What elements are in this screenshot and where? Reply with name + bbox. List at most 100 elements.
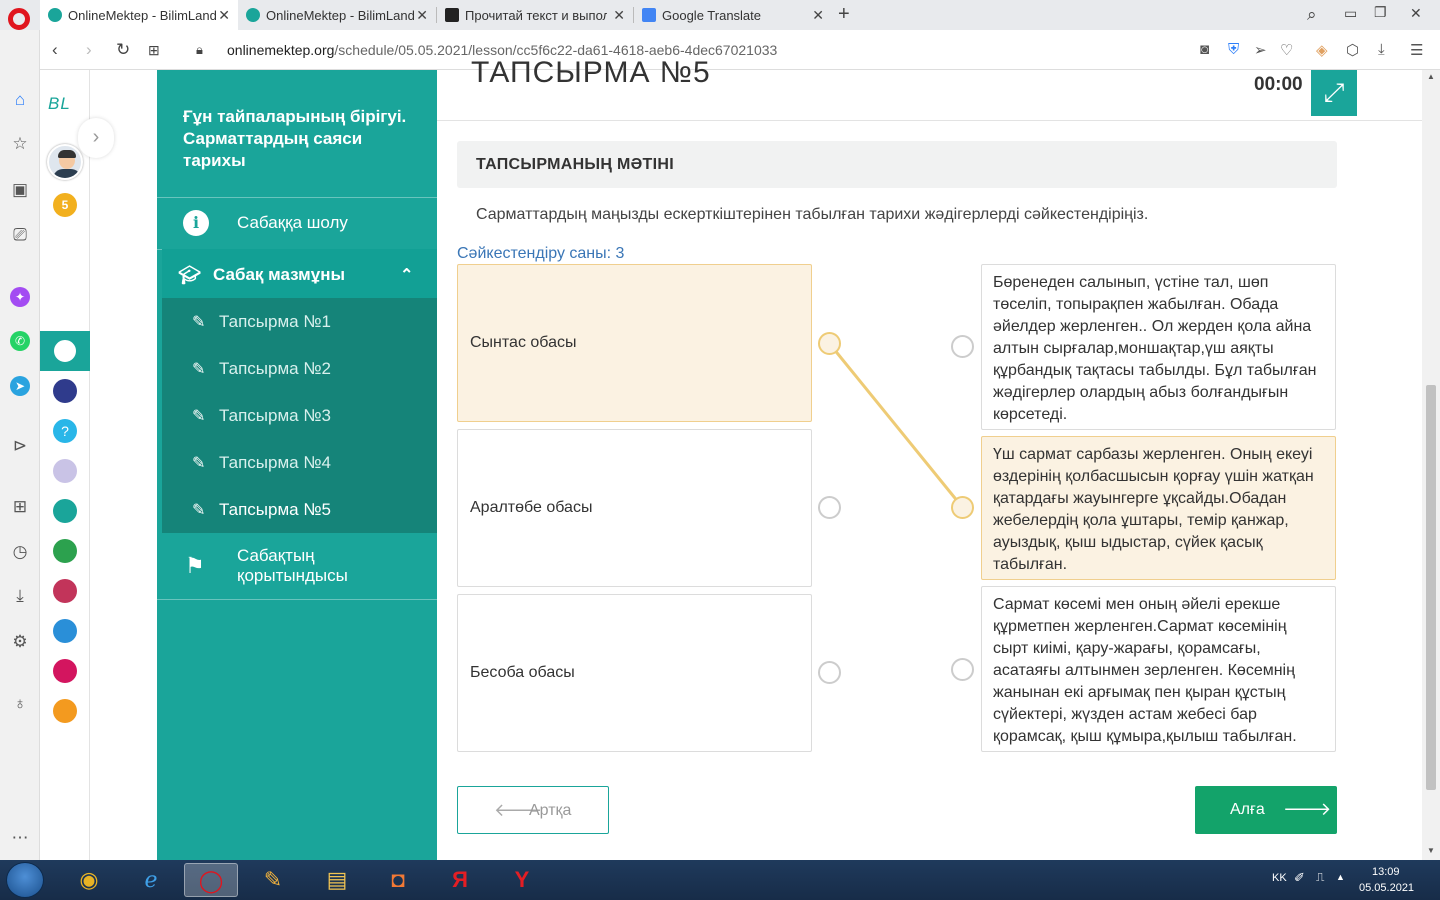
scroll-down-icon[interactable]: ▼ (1427, 846, 1435, 855)
paint-taskbar-icon[interactable]: ✎ (246, 863, 300, 897)
sidebar-item-task-3[interactable]: ✎ Тапсырма №3 (162, 392, 437, 439)
close-tab-icon[interactable]: ✕ (416, 7, 428, 24)
sidebar-item-task-5[interactable]: ✎ Тапсырма №5 (162, 486, 437, 533)
tray-expand-icon[interactable]: ▲ (1336, 872, 1345, 882)
downloads-icon[interactable]: ⤓ (10, 586, 30, 606)
smart-nation-app-icon[interactable] (53, 379, 77, 403)
whatsapp-icon[interactable]: ✆ (10, 331, 30, 351)
menu-item-content[interactable]: 🎓︎ Сабақ мазмұны ⌃ (162, 249, 437, 301)
match-left-dot[interactable] (818, 332, 841, 355)
test-app-icon[interactable] (53, 619, 77, 643)
reload-icon[interactable]: ↻ (116, 40, 130, 60)
menu-icon[interactable]: ☰ (1410, 41, 1423, 59)
tab-4[interactable]: Google Translate ✕ (634, 0, 832, 30)
match-left-label: Сынтас обасы (470, 334, 577, 351)
shield-icon[interactable]: ⛨ (1228, 41, 1239, 58)
help-app-icon[interactable]: ? (53, 419, 77, 443)
fullscreen-button[interactable]: ⤢ (1311, 70, 1357, 116)
close-tab-icon[interactable]: ✕ (218, 7, 230, 24)
onlinemektep-app-icon[interactable] (53, 339, 77, 363)
yandex-browser-taskbar-icon[interactable]: Y (495, 863, 549, 897)
opera-logo-icon[interactable] (8, 8, 30, 30)
clock-date[interactable]: 05.05.2021 (1359, 882, 1414, 894)
match-right-dot[interactable] (951, 496, 974, 519)
sidebar-item-task-4[interactable]: ✎ Тапсырма №4 (162, 439, 437, 486)
keyboard-icon[interactable]: ✐ (1294, 870, 1305, 886)
menu-item-overview[interactable]: i Сабаққа шолу (157, 197, 437, 249)
section-title: ТАПСЫРМАНЫҢ МӘТІНІ (476, 156, 674, 173)
match-left-item[interactable]: Аралтөбе обасы (457, 429, 812, 587)
scroll-up-icon[interactable]: ▲ (1427, 72, 1435, 81)
gamepad-icon[interactable]: ⎚ (10, 225, 30, 245)
sidebar-item-task-2[interactable]: ✎ Тапсырма №2 (162, 345, 437, 392)
lightbulb-icon[interactable]: ♁ (10, 694, 30, 714)
language-indicator[interactable]: KK (1272, 872, 1287, 884)
settings-icon[interactable]: ⚙ (10, 632, 30, 652)
yandex-taskbar-icon[interactable]: Я (433, 863, 487, 897)
heart-icon[interactable]: ♡ (1280, 41, 1293, 59)
opera-taskbar-icon[interactable]: ◯ (184, 863, 238, 897)
forward-icon[interactable]: › (86, 40, 92, 60)
menu-item-conclusion[interactable]: ⚑ Сабақтың қорытындысы (157, 533, 437, 599)
next-button[interactable]: Алға 🡒 (1195, 786, 1337, 834)
download-icon[interactable]: ⤓ (1378, 41, 1385, 58)
explorer-taskbar-icon[interactable]: ▤ (310, 863, 364, 897)
maximize-icon[interactable]: ❐ (1374, 4, 1387, 21)
imagine-app-icon[interactable] (53, 699, 77, 723)
tab-title: OnlineMektep - BilimLand (68, 7, 217, 23)
send-icon[interactable]: ➢ (1254, 41, 1267, 59)
page-scrollbar[interactable]: ▲ ▼ (1422, 70, 1440, 860)
sidebar-item-task-1[interactable]: ✎ Тапсырма №1 (162, 298, 437, 345)
bilimland-app-icon[interactable] (53, 539, 77, 563)
more-icon[interactable]: ⋯ (10, 828, 30, 848)
close-tab-icon[interactable]: ✕ (613, 7, 625, 24)
close-tab-icon[interactable]: ✕ (812, 7, 824, 24)
match-left-item[interactable]: Бесоба обасы (457, 594, 812, 752)
cube-icon[interactable]: ◈ (1316, 41, 1328, 59)
search-icon[interactable]: ⌕ (1307, 5, 1317, 25)
new-tab-button[interactable]: + (838, 3, 850, 26)
apps-icon[interactable]: ⊞ (10, 497, 30, 517)
match-right-item[interactable]: Сармат көсемі мен оның әйелі ерекше құрм… (981, 586, 1336, 752)
box-icon[interactable]: ⬡ (1346, 41, 1359, 59)
arrow-right-icon: 🡒 (1283, 799, 1332, 819)
match-left-item[interactable]: Сынтас обасы (457, 264, 812, 422)
bilimland-logo[interactable]: BL (48, 94, 71, 114)
media-taskbar-icon[interactable]: ◘ (371, 863, 425, 897)
twig-app-icon[interactable] (53, 659, 77, 683)
match-left-dot[interactable] (818, 496, 841, 519)
close-window-icon[interactable]: ✕ (1410, 5, 1422, 22)
match-right-item[interactable]: Үш сармат сарбазы жерленген. Оның екеуі … (981, 436, 1336, 580)
clock-time[interactable]: 13:09 (1372, 866, 1400, 878)
briefcase-icon[interactable]: ▣ (10, 180, 30, 200)
camera-icon[interactable]: ◙ (1200, 41, 1209, 58)
internet-explorer-taskbar-icon[interactable]: ℯ (124, 863, 178, 897)
player-icon[interactable]: ⊳ (10, 436, 30, 456)
match-left-dot[interactable] (818, 661, 841, 684)
back-button[interactable]: 🡐 Артқа (457, 786, 609, 834)
telegram-icon[interactable]: ➤ (10, 376, 30, 396)
minimize-icon[interactable]: ▭ (1344, 5, 1357, 22)
scrollbar-thumb[interactable] (1426, 385, 1436, 790)
history-icon[interactable]: ◷ (10, 542, 30, 562)
tab-1[interactable]: OnlineMektep - BilimLand ✕ (40, 0, 238, 30)
back-icon[interactable]: ‹ (52, 40, 58, 60)
tv-app-icon[interactable] (53, 459, 77, 483)
match-right-item[interactable]: Бөренеден салынып, үстіне тал, шөп төсел… (981, 264, 1336, 430)
tab-3[interactable]: Прочитай текст и выполни ✕ (437, 0, 633, 30)
network-icon[interactable]: ⎍ (1316, 870, 1324, 885)
start-button[interactable] (6, 862, 44, 898)
chevron-up-icon[interactable]: ⌃ (400, 265, 413, 285)
home-icon[interactable]: ⌂ (10, 90, 30, 110)
bilim-shop-app-icon[interactable] (53, 579, 77, 603)
match-right-dot[interactable] (951, 658, 974, 681)
avatar[interactable] (47, 144, 83, 180)
tab-2[interactable]: OnlineMektep - BilimLand ✕ (238, 0, 436, 30)
chrome-taskbar-icon[interactable]: ◉ (62, 863, 116, 897)
match-right-dot[interactable] (951, 335, 974, 358)
sidebar-expand-button[interactable]: › (78, 118, 114, 158)
messenger-icon[interactable]: ✦ (10, 287, 30, 307)
star-icon[interactable]: ☆ (10, 134, 30, 154)
bilim-media-app-icon[interactable] (53, 499, 77, 523)
speed-dial-icon[interactable]: ⊞ (148, 42, 160, 59)
